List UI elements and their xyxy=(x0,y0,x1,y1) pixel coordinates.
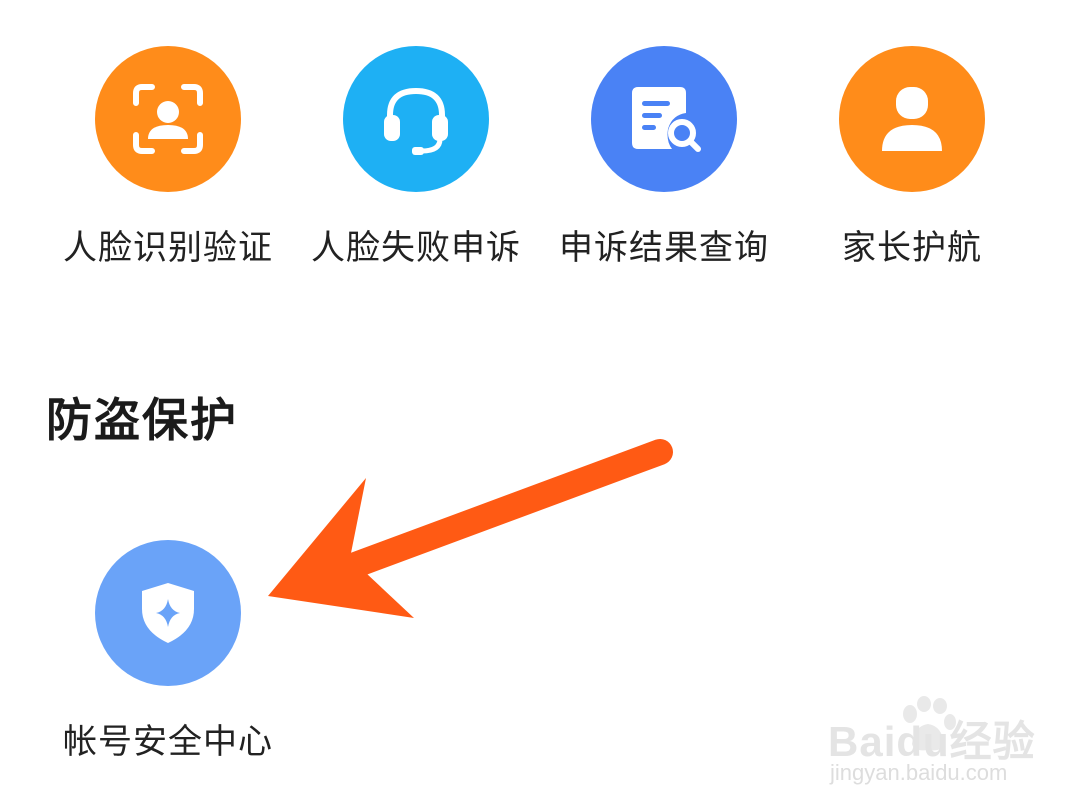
annotation-arrow xyxy=(268,439,673,618)
security-services-page: 人脸识别验证 人脸失败申诉 申诉结果查询 家长护航 防盗保护 帐号安全中心 Ba… xyxy=(0,0,1080,810)
baidu-watermark: Baidu经验 jingyan.baidu.com xyxy=(828,696,1048,792)
watermark-url-text: jingyan.baidu.com xyxy=(830,760,1008,785)
